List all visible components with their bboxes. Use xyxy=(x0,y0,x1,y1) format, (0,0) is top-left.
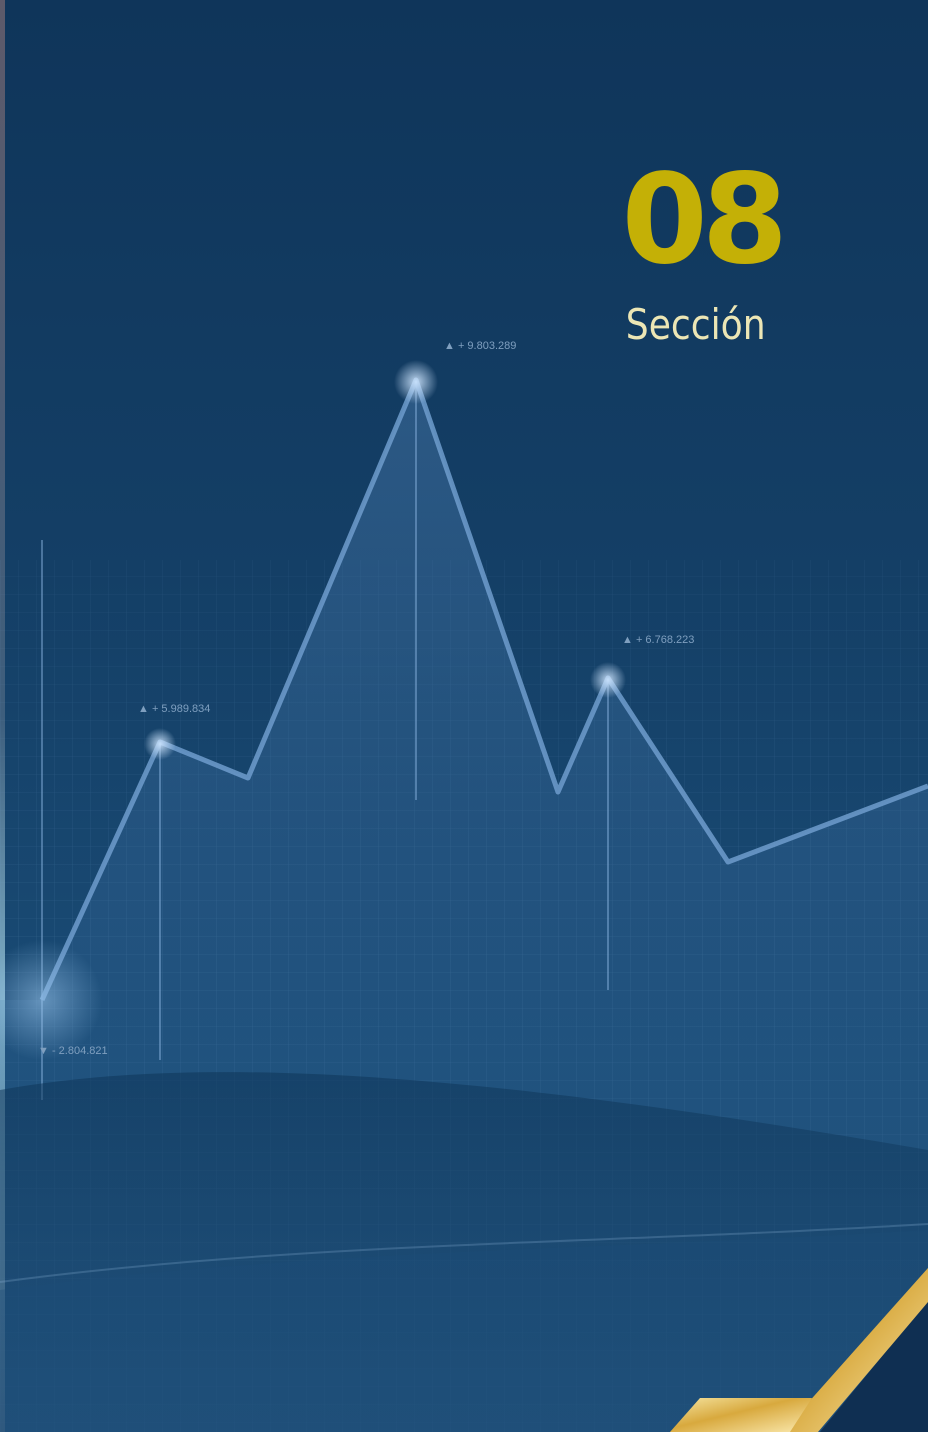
chart-label-low: ▼ - 2.804.821 xyxy=(38,1045,108,1057)
chart-label-third: ▲ + 6.768.223 xyxy=(622,634,694,646)
chart-point-peak xyxy=(394,360,438,404)
section-cover-page: ▲ + 9.803.289 ▲ + 5.989.834 ▲ + 6.768.22… xyxy=(0,0,928,1432)
section-number: 08 xyxy=(621,148,788,292)
chart-label-peak: ▲ + 9.803.289 xyxy=(444,340,516,352)
chart-point xyxy=(144,728,176,760)
chart-point xyxy=(590,662,626,698)
background-chart-art: ▲ + 9.803.289 ▲ + 5.989.834 ▲ + 6.768.22… xyxy=(0,340,928,1432)
chart-label-first: ▲ + 5.989.834 xyxy=(138,703,210,715)
section-label: Sección xyxy=(626,300,766,349)
